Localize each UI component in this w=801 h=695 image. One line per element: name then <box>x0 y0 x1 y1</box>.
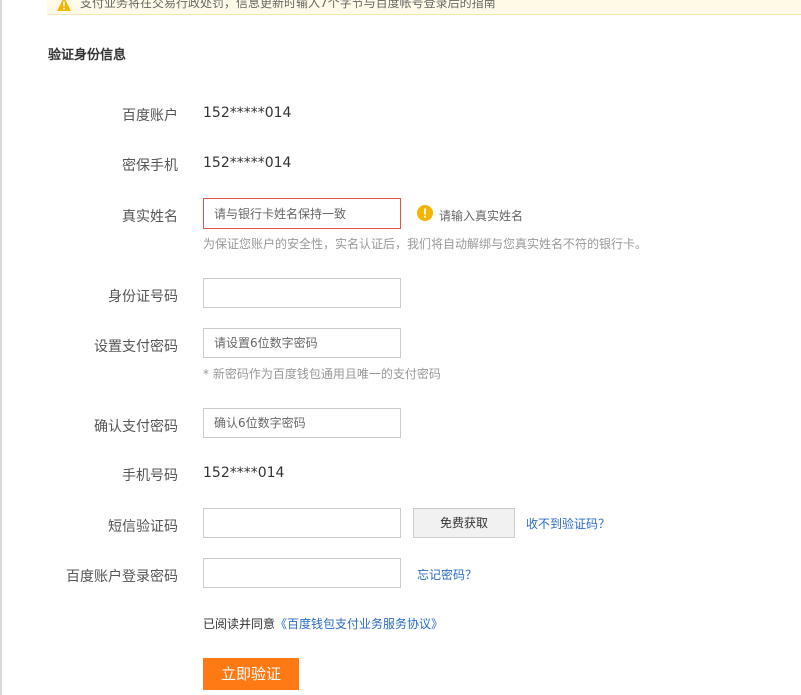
account-label: 百度账户 <box>122 108 178 124</box>
agreement-text: 已阅读并同意《百度钱包支付业务服务协议》 <box>203 615 443 632</box>
login-password-input[interactable] <box>203 558 401 588</box>
id-number-label: 身份证号码 <box>108 289 178 305</box>
real-name-error: 请输入真实姓名 <box>439 209 524 223</box>
submit-button[interactable]: 立即验证 <box>203 658 299 690</box>
secure-phone-value: 152*****014 <box>203 155 292 171</box>
secure-phone-label: 密保手机 <box>122 158 178 174</box>
notice-banner: 支付业务将在交易行政处罚，信息更新时输入7个字节与百度帐号登录后的指南 <box>47 0 801 15</box>
mobile-label: 手机号码 <box>122 468 178 484</box>
agreement-link[interactable]: 《百度钱包支付业务服务协议》 <box>275 617 443 631</box>
forgot-password-link[interactable]: 忘记密码？ <box>417 566 477 583</box>
real-name-hint: 为保证您账户的安全性，实名认证后，我们将自动解绑与您真实姓名不符的银行卡。 <box>203 237 648 251</box>
sms-label: 短信验证码 <box>108 519 178 535</box>
pay-password-input[interactable] <box>203 328 401 358</box>
mobile-value: 152****014 <box>203 465 285 481</box>
pay-password-label: 设置支付密码 <box>94 339 178 355</box>
real-name-input[interactable] <box>203 198 401 229</box>
agreement-prefix: 已阅读并同意 <box>203 617 276 631</box>
account-value: 152*****014 <box>203 105 292 121</box>
section-title: 验证身份信息 <box>48 48 127 63</box>
pay-password-hint: * 新密码作为百度钱包通用且唯一的支付密码 <box>203 367 441 381</box>
confirm-password-label: 确认支付密码 <box>94 419 178 435</box>
login-password-label: 百度账户登录密码 <box>66 569 178 585</box>
notice-text: 支付业务将在交易行政处罚，信息更新时输入7个字节与百度帐号登录后的指南 <box>80 0 496 10</box>
id-number-input[interactable] <box>203 278 401 308</box>
get-sms-code-button[interactable]: 免费获取 <box>413 508 515 538</box>
page-left-border <box>0 0 2 695</box>
confirm-password-input[interactable] <box>203 408 401 438</box>
real-name-label: 真实姓名 <box>122 209 178 225</box>
warning-icon <box>57 0 71 11</box>
sms-code-input[interactable] <box>203 508 401 538</box>
exclamation-icon <box>417 205 433 221</box>
sms-help-link[interactable]: 收不到验证码？ <box>526 515 610 532</box>
